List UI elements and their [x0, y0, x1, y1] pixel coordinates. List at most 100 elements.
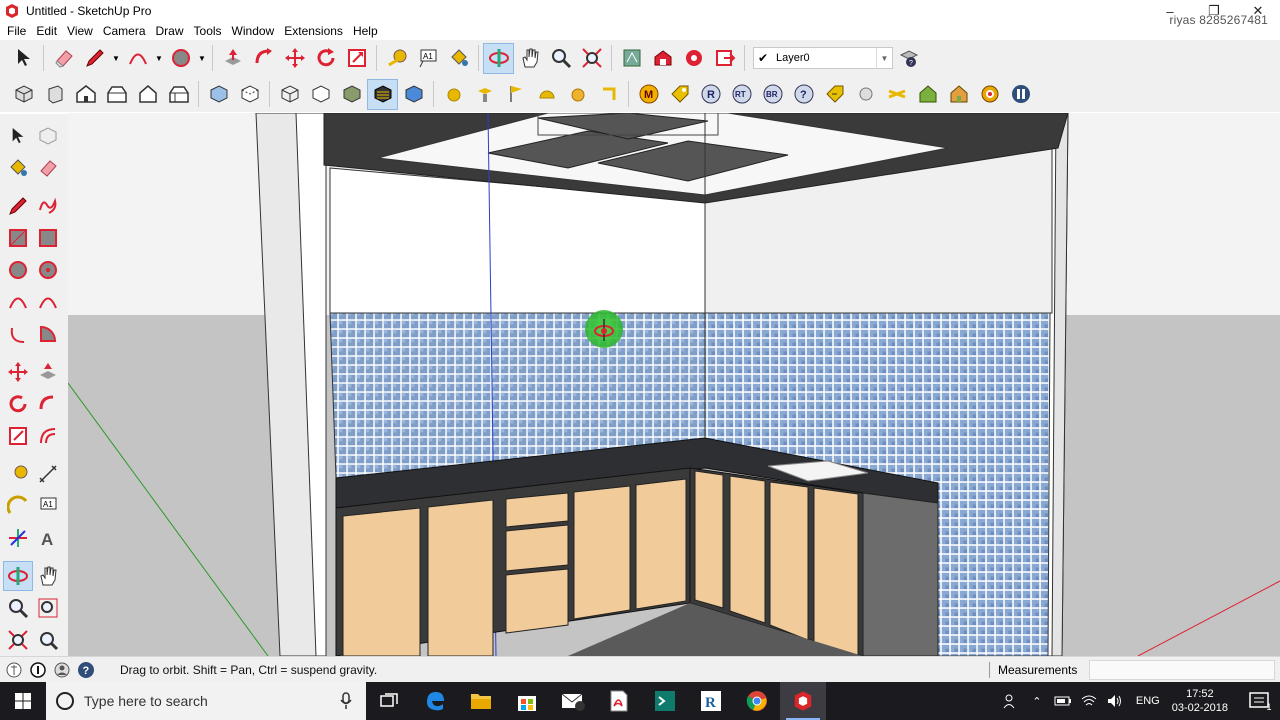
plugin-circle-button[interactable]: [850, 79, 881, 110]
menu-camera[interactable]: Camera: [98, 21, 151, 41]
three-point-arc-left-button[interactable]: [3, 319, 33, 349]
action-center-button[interactable]: 1: [1240, 682, 1280, 720]
start-button[interactable]: [0, 682, 46, 720]
taskbar-sketchup[interactable]: [780, 682, 826, 720]
arc-left-button[interactable]: [3, 287, 33, 317]
geo-location-status-icon[interactable]: [4, 660, 24, 680]
taskbar-terminal-app[interactable]: [642, 682, 688, 720]
task-view-button[interactable]: [366, 682, 412, 720]
plugin-target-button[interactable]: [974, 79, 1005, 110]
protractor-left-button[interactable]: [3, 491, 33, 521]
add-location-button[interactable]: [616, 43, 647, 74]
layer-manager-button[interactable]: ?: [893, 43, 924, 74]
hidden-line-style-button[interactable]: [305, 79, 336, 110]
people-icon[interactable]: [998, 682, 1024, 720]
menu-tools[interactable]: Tools: [189, 21, 227, 41]
taskbar-search-box[interactable]: Type here to search: [46, 682, 366, 720]
follow-me-left-button[interactable]: [33, 389, 63, 419]
tape-measure-left-button[interactable]: [3, 459, 33, 489]
move-left-button[interactable]: [3, 357, 33, 387]
system-clock[interactable]: 17:52 03-02-2018: [1172, 687, 1228, 715]
microphone-icon[interactable]: [340, 692, 352, 710]
push-pull-left-button[interactable]: [33, 357, 63, 387]
menu-help[interactable]: Help: [348, 21, 383, 41]
shape-tool-dropdown[interactable]: ▼: [196, 43, 208, 74]
plugin-rt-button[interactable]: RT: [726, 79, 757, 110]
top-view-button[interactable]: [39, 79, 70, 110]
3d-viewport[interactable]: [68, 113, 1280, 656]
make-component-button[interactable]: [33, 121, 63, 151]
left-view-button[interactable]: [163, 79, 194, 110]
rectangle-left-button[interactable]: [3, 223, 33, 253]
zoom-extents-tool-button[interactable]: [576, 43, 607, 74]
extension-warehouse-button[interactable]: [678, 43, 709, 74]
xray-style-button[interactable]: [203, 79, 234, 110]
shaded-style-button[interactable]: [336, 79, 367, 110]
plugin-label-button[interactable]: [819, 79, 850, 110]
instructor-status-icon[interactable]: ?: [76, 660, 96, 680]
zoom-left-button[interactable]: [3, 593, 33, 623]
plugin-help-button[interactable]: ?: [788, 79, 819, 110]
plugin-pause-button[interactable]: [1005, 79, 1036, 110]
language-indicator[interactable]: ENG: [1136, 695, 1160, 707]
taskbar-edge[interactable]: [412, 682, 458, 720]
plugin-house-green-button[interactable]: [912, 79, 943, 110]
zoom-tool-button[interactable]: [545, 43, 576, 74]
shaded-textures-style-button[interactable]: [367, 78, 398, 110]
orbit-left-button[interactable]: [3, 561, 33, 591]
menu-edit[interactable]: Edit: [31, 21, 62, 41]
dimension-left-button[interactable]: [33, 459, 63, 489]
volume-icon[interactable]: [1102, 682, 1128, 720]
rotate-tool-button[interactable]: [310, 43, 341, 74]
scale-left-button[interactable]: [3, 421, 33, 451]
pan-tool-button[interactable]: [514, 43, 545, 74]
iso-view-button[interactable]: [8, 79, 39, 110]
eraser-tool-button[interactable]: [48, 43, 79, 74]
rotated-rectangle-left-button[interactable]: [33, 223, 63, 253]
restore-button[interactable]: ❐: [1192, 0, 1236, 22]
battery-icon[interactable]: [1050, 682, 1076, 720]
front-view-button[interactable]: [70, 79, 101, 110]
arc-tool-button[interactable]: [122, 43, 153, 74]
plugin-ball-button[interactable]: [562, 79, 593, 110]
user-status-icon[interactable]: [52, 660, 72, 680]
right-view-button[interactable]: [101, 79, 132, 110]
scale-tool-button[interactable]: [341, 43, 372, 74]
taskbar-chrome[interactable]: [734, 682, 780, 720]
line-tool-dropdown[interactable]: ▼: [110, 43, 122, 74]
plugin-flag-button[interactable]: [500, 79, 531, 110]
menu-file[interactable]: File: [2, 21, 31, 41]
back-edges-style-button[interactable]: [234, 79, 265, 110]
plugin-m-button[interactable]: M: [633, 79, 664, 110]
plugin-sphere-button[interactable]: [438, 79, 469, 110]
plugin-tag-button[interactable]: [664, 79, 695, 110]
circle-left-button[interactable]: [3, 255, 33, 285]
select-tool-left-button[interactable]: [3, 121, 33, 151]
menu-extensions[interactable]: Extensions: [279, 21, 348, 41]
paint-bucket-left-button[interactable]: [3, 153, 33, 183]
layer-dropdown[interactable]: ✔ Layer0 ▼: [753, 47, 893, 69]
send-to-layout-button[interactable]: [709, 43, 740, 74]
monochrome-style-button[interactable]: [398, 79, 429, 110]
taskbar-store[interactable]: [504, 682, 550, 720]
line-left-button[interactable]: [3, 191, 33, 221]
text-tool-button[interactable]: A1: [412, 43, 443, 74]
previous-view-left-button[interactable]: [33, 625, 63, 655]
plugin-cross-button[interactable]: [881, 79, 912, 110]
freehand-left-button[interactable]: [33, 191, 63, 221]
pan-left-button[interactable]: [33, 561, 63, 591]
credits-status-icon[interactable]: [28, 660, 48, 680]
line-tool-button[interactable]: [79, 43, 110, 74]
axes-left-button[interactable]: [3, 523, 33, 553]
plugin-stack-button[interactable]: [469, 79, 500, 110]
close-button[interactable]: ✕: [1236, 0, 1280, 22]
measurements-input[interactable]: [1089, 660, 1275, 680]
plugin-house-orange-button[interactable]: [943, 79, 974, 110]
taskbar-r-app[interactable]: R: [688, 682, 734, 720]
taskbar-mail[interactable]: [550, 682, 596, 720]
tray-overflow-chevron-icon[interactable]: ⌃: [1024, 682, 1050, 720]
plugin-br-button[interactable]: BR: [757, 79, 788, 110]
menu-view[interactable]: View: [62, 21, 98, 41]
3d-warehouse-button[interactable]: [647, 43, 678, 74]
pie-left-button[interactable]: [33, 319, 63, 349]
